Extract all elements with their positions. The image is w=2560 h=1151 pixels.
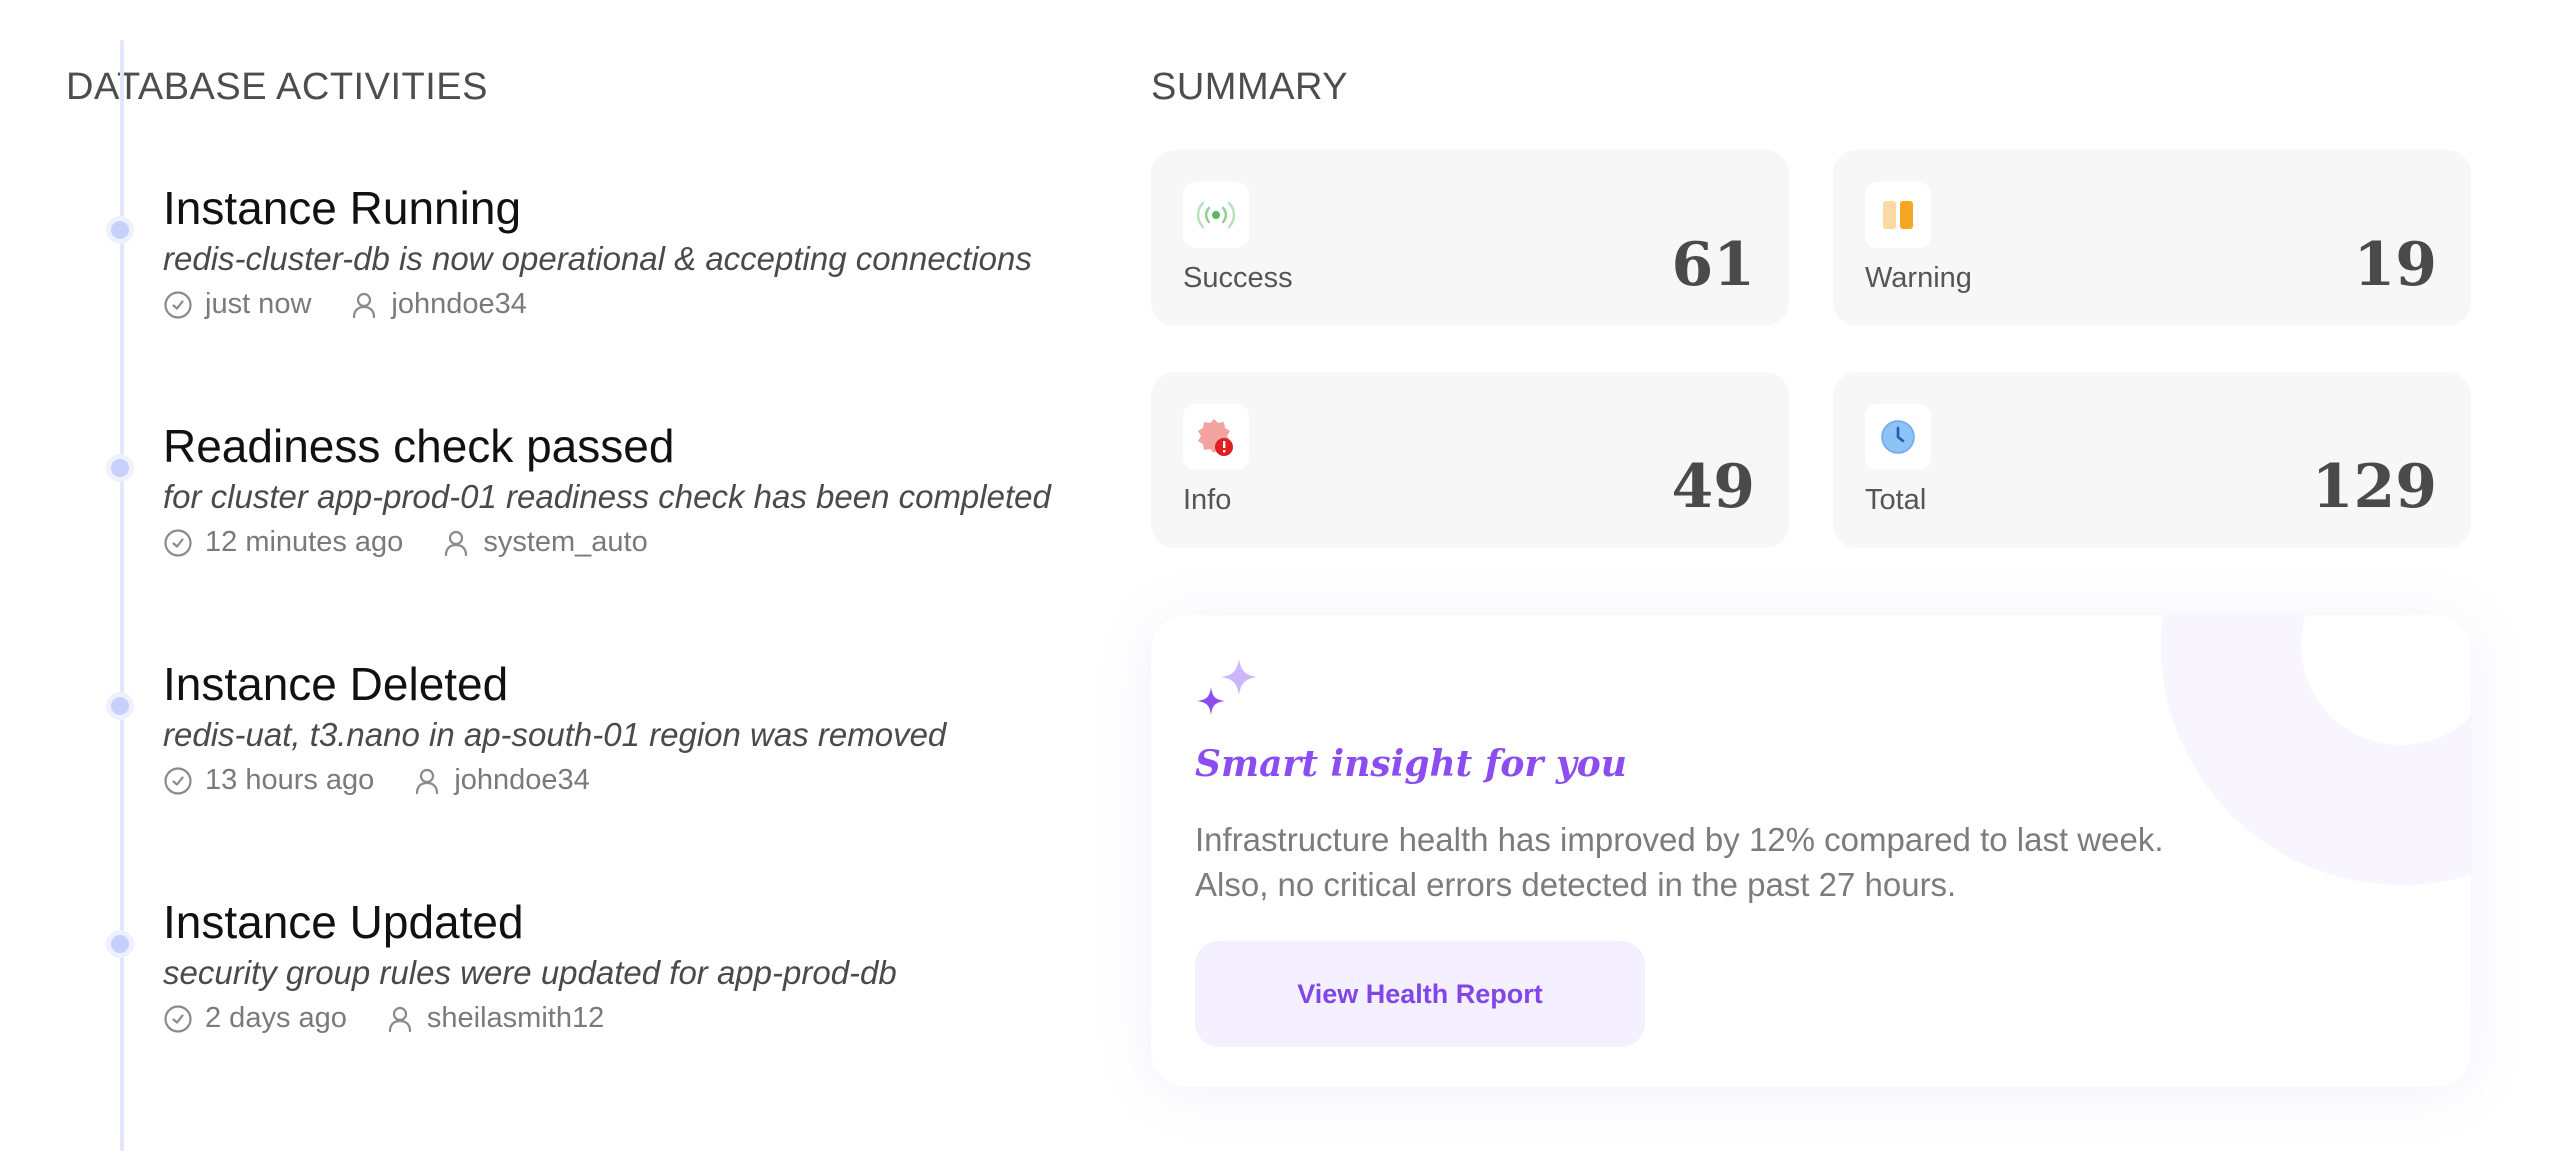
clock-icon: [1881, 420, 1915, 454]
activity-user-text: johndoe34: [454, 764, 590, 796]
activity-meta: just now johndoe34: [163, 288, 1103, 321]
activity-user-text: system_auto: [483, 526, 648, 558]
activity-time: 2 days ago: [163, 1002, 347, 1035]
activity-user-text: johndoe34: [391, 288, 527, 320]
activity-item[interactable]: Instance Running redis-cluster-db is now…: [106, 180, 1103, 321]
activity-time-text: 2 days ago: [205, 1002, 347, 1034]
activity-title: Readiness check passed: [163, 420, 675, 472]
activity-item[interactable]: Instance Deleted redis-uat, t3.nano in a…: [106, 656, 1103, 797]
insight-body-line: Infrastructure health has improved by 12…: [1195, 821, 2164, 858]
activity-title: Instance Updated: [163, 896, 524, 948]
card-label: Warning: [1865, 262, 1972, 294]
card-count: 129: [2311, 452, 2437, 522]
activity-user-text: sheilasmith12: [426, 1002, 605, 1034]
activity-item[interactable]: Instance Updated security group rules we…: [106, 894, 1103, 1035]
activity-time-text: 12 minutes ago: [205, 526, 404, 558]
user-icon: [353, 292, 376, 318]
user-icon: [388, 1006, 411, 1032]
activity-user: johndoe34: [349, 288, 527, 321]
warning-bars-icon: [1883, 201, 1913, 229]
activity-title: Instance Running: [163, 182, 522, 234]
activity-description: redis-uat, t3.nano in ap-south-01 region…: [163, 716, 947, 753]
clock-icon: [164, 766, 192, 795]
timeline-dot: [106, 216, 134, 244]
card-icon-box: [1865, 404, 1931, 470]
insight-card: Smart insight for you Infrastructure hea…: [1151, 615, 2471, 1087]
alert-badge-icon: [1198, 419, 1233, 456]
insight-body-line: Also, no critical errors detected in the…: [1195, 866, 1957, 903]
activity-user: sheilasmith12: [385, 1002, 604, 1035]
card-label: Info: [1183, 484, 1232, 516]
card-icon-box: [1183, 404, 1249, 470]
activity-meta: 2 days ago sheilasmith12: [163, 1002, 1103, 1035]
card-label: Success: [1183, 262, 1293, 294]
card-count: 49: [1671, 452, 1756, 522]
sparkle-icon: [1197, 659, 1257, 715]
activity-user: system_auto: [441, 526, 648, 559]
clock-icon: [164, 1004, 192, 1033]
user-icon: [445, 530, 468, 556]
activity-meta: 13 hours ago johndoe34: [163, 764, 1103, 797]
activity-time-text: 13 hours ago: [205, 764, 375, 796]
timeline-dot: [106, 454, 134, 482]
activity-description: redis-cluster-db is now operational & ac…: [163, 240, 1032, 277]
summary-card-total[interactable]: Total 129: [1833, 372, 2471, 548]
summary-card-warning[interactable]: Warning 19: [1833, 150, 2471, 326]
view-health-report-button[interactable]: View Health Report: [1195, 941, 1645, 1047]
clock-icon: [164, 528, 192, 557]
insight-headline: Smart insight for you: [1195, 743, 1627, 785]
card-icon-box: [1865, 182, 1931, 248]
signal-broadcast-icon: [1196, 201, 1236, 229]
activity-time: 12 minutes ago: [163, 526, 403, 559]
user-icon: [416, 768, 439, 794]
activity-title: Instance Deleted: [163, 658, 509, 710]
activity-time-text: just now: [205, 288, 312, 320]
summary-card-success[interactable]: Success 61: [1151, 150, 1789, 326]
card-count: 61: [1671, 230, 1756, 300]
activity-meta: 12 minutes ago system_auto: [163, 526, 1103, 559]
activity-time: just now: [163, 288, 311, 321]
timeline-dot: [106, 692, 134, 720]
timeline-dot: [106, 930, 134, 958]
activity-description: security group rules were updated for ap…: [163, 954, 897, 991]
activities-title: DATABASE ACTIVITIES: [66, 66, 488, 108]
summary-card-info[interactable]: Info 49: [1151, 372, 1789, 548]
card-count: 19: [2353, 230, 2438, 300]
activity-item[interactable]: Readiness check passed for cluster app-p…: [106, 418, 1103, 559]
insight-body: Infrastructure health has improved by 12…: [1195, 817, 2295, 907]
clock-icon: [164, 290, 192, 319]
card-icon-box: [1183, 182, 1249, 248]
activity-description: for cluster app-prod-01 readiness check …: [163, 478, 1051, 515]
timeline-line: [120, 40, 124, 1151]
card-label: Total: [1865, 484, 1927, 516]
activity-user: johndoe34: [412, 764, 590, 797]
summary-title: SUMMARY: [1151, 66, 1349, 108]
activity-time: 13 hours ago: [163, 764, 374, 797]
